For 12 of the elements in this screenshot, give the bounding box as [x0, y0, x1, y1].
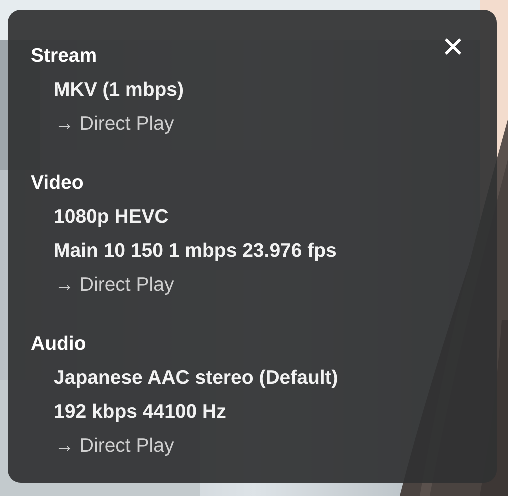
stream-detail: 1080p HEVC	[54, 205, 169, 230]
playback-method: → Direct Play	[55, 273, 174, 298]
playback-method: → Direct Play	[55, 112, 174, 137]
stream-detail: 192 kbps 44100 Hz	[54, 400, 226, 425]
close-button[interactable]: ✕	[442, 34, 465, 62]
stream-detail: MKV (1 mbps)	[54, 78, 184, 103]
stream-detail: Main 10 150 1 mbps 23.976 fps	[54, 239, 337, 264]
playback-method: → Direct Play	[55, 434, 174, 459]
section-heading: Stream	[31, 44, 98, 69]
section-heading: Video	[31, 171, 84, 196]
stream-detail: Japanese AAC stereo (Default)	[54, 366, 338, 391]
section-heading: Audio	[31, 332, 86, 357]
